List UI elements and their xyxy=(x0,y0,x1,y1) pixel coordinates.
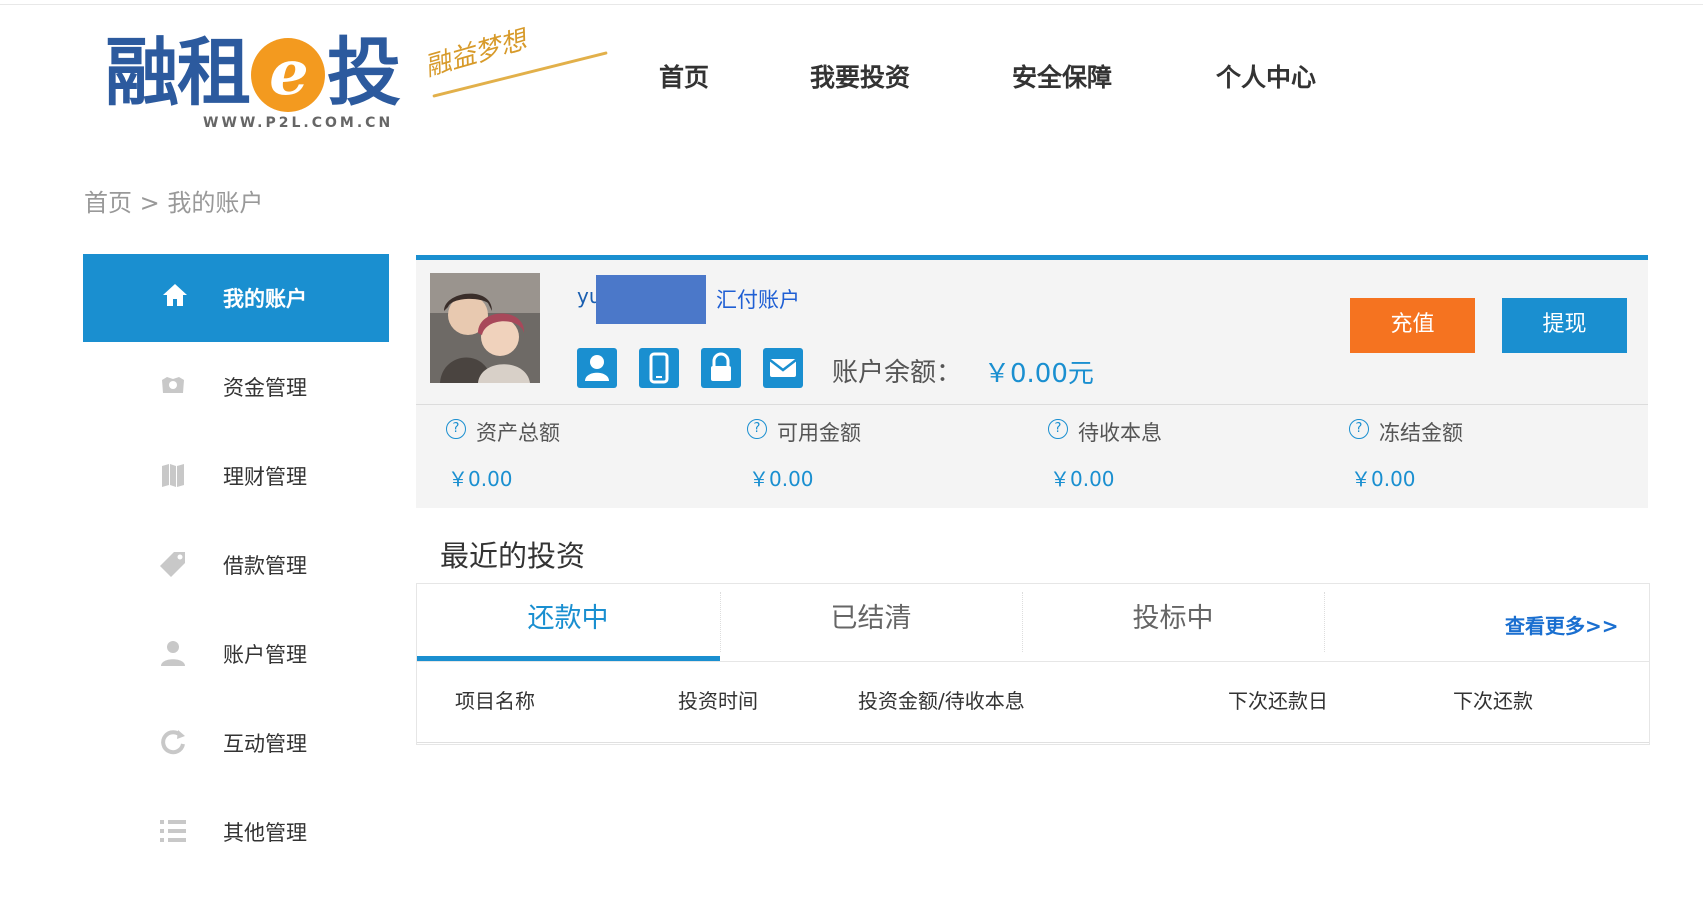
help-icon[interactable]: ? xyxy=(1349,419,1369,439)
home-icon xyxy=(163,284,187,306)
user-icon xyxy=(161,641,185,666)
tab-bar-border xyxy=(417,661,1649,662)
help-icon[interactable]: ? xyxy=(1048,419,1068,439)
money-icon xyxy=(162,377,184,393)
table-bottom-border xyxy=(417,742,1649,743)
account-summary-panel: yu 汇付账户 账户余额： ￥0.00元 充值 提现 ? 资产总额 ￥0.00 … xyxy=(416,255,1648,508)
view-more-link[interactable]: 查看更多>> xyxy=(1505,610,1619,639)
tab-settled[interactable]: 已结清 xyxy=(720,584,1022,662)
sidebar-item-label: 理财管理 xyxy=(223,465,307,489)
balance-label: 账户余额： xyxy=(832,358,963,388)
email-verify-icon[interactable] xyxy=(763,348,803,388)
stat-label: 待收本息 xyxy=(1078,421,1162,445)
breadcrumb-home[interactable]: 首页 xyxy=(84,189,132,217)
sidebar: 我的账户 资金管理 理财管理 借款管理 账户管理 互动管理 其他管理 xyxy=(83,254,389,876)
nav-invest[interactable]: 我要投资 xyxy=(810,58,910,94)
recent-investments-title: 最近的投资 xyxy=(440,539,586,573)
withdraw-button[interactable]: 提现 xyxy=(1502,298,1627,353)
column-header-project: 项目名称 xyxy=(455,689,535,713)
tab-bidding[interactable]: 投标中 xyxy=(1022,584,1324,662)
sidebar-item-label: 互动管理 xyxy=(223,732,307,756)
logo-e-icon: e xyxy=(251,38,325,112)
help-icon[interactable]: ? xyxy=(747,419,767,439)
nav-home[interactable]: 首页 xyxy=(659,58,709,94)
balance-value: ￥0.00元 xyxy=(984,359,1094,389)
stats-divider xyxy=(416,404,1648,405)
nav-personal-center[interactable]: 个人中心 xyxy=(1216,58,1316,94)
stat-value: ￥0.00 xyxy=(1050,467,1115,491)
column-header-next-date: 下次还款日 xyxy=(1228,689,1328,713)
sidebar-item-label: 其他管理 xyxy=(223,821,307,845)
site-logo[interactable]: 融租 e 投 WWW.P2L.COM.CN 融益梦想 xyxy=(105,25,608,138)
fund-account-link[interactable]: 汇付账户 xyxy=(716,284,800,314)
sidebar-item-label: 借款管理 xyxy=(223,554,307,578)
breadcrumb: 首页 > 我的账户 xyxy=(84,183,263,218)
tab-repaying[interactable]: 还款中 xyxy=(417,584,719,662)
avatar[interactable] xyxy=(430,273,540,383)
refresh-icon xyxy=(161,730,185,755)
sidebar-item-label: 我的账户 xyxy=(223,287,307,311)
sidebar-item-label: 账户管理 xyxy=(223,643,307,667)
sidebar-item-interaction-management[interactable]: 互动管理 xyxy=(83,698,389,787)
phone-verify-icon[interactable] xyxy=(639,348,679,388)
stat-label: 冻结金额 xyxy=(1379,421,1463,445)
logo-url: WWW.P2L.COM.CN xyxy=(203,115,394,131)
list-icon xyxy=(160,820,186,842)
user-verify-icon[interactable] xyxy=(577,348,617,388)
sidebar-item-account-management[interactable]: 账户管理 xyxy=(83,609,389,698)
breadcrumb-current: 我的账户 xyxy=(167,189,264,217)
map-icon xyxy=(162,464,184,487)
nav-security[interactable]: 安全保障 xyxy=(1012,58,1112,94)
column-header-amount: 投资金额/待收本息 xyxy=(858,689,1025,713)
redacted-username xyxy=(596,275,706,324)
column-header-next-payment: 下次还款 xyxy=(1453,689,1533,713)
sidebar-item-label: 资金管理 xyxy=(223,376,307,400)
tab-separator xyxy=(1324,592,1326,652)
stat-label: 可用金额 xyxy=(777,421,861,445)
breadcrumb-separator: > xyxy=(132,189,168,217)
help-icon[interactable]: ? xyxy=(446,419,466,439)
stat-value: ￥0.00 xyxy=(448,467,513,491)
logo-wordmark: 融租 e 投 xyxy=(105,30,401,116)
sidebar-item-loan-management[interactable]: 借款管理 xyxy=(83,520,389,609)
stat-value: ￥0.00 xyxy=(749,467,814,491)
lock-verify-icon[interactable] xyxy=(701,348,741,388)
sidebar-item-fund-management[interactable]: 资金管理 xyxy=(83,342,389,431)
avatar-image xyxy=(430,273,540,383)
recharge-button[interactable]: 充值 xyxy=(1350,298,1475,353)
stat-value: ￥0.00 xyxy=(1351,467,1416,491)
top-border xyxy=(0,4,1703,5)
sidebar-item-other-management[interactable]: 其他管理 xyxy=(83,787,389,876)
stat-label: 资产总额 xyxy=(476,421,560,445)
sidebar-item-my-account[interactable]: 我的账户 xyxy=(83,254,389,342)
recent-investments-box: 还款中 已结清 投标中 查看更多>> 项目名称 投资时间 投资金额/待收本息 下… xyxy=(416,583,1650,745)
tag-icon xyxy=(160,552,185,577)
sidebar-item-wealth-management[interactable]: 理财管理 xyxy=(83,431,389,520)
column-header-invest-time: 投资时间 xyxy=(678,689,758,713)
